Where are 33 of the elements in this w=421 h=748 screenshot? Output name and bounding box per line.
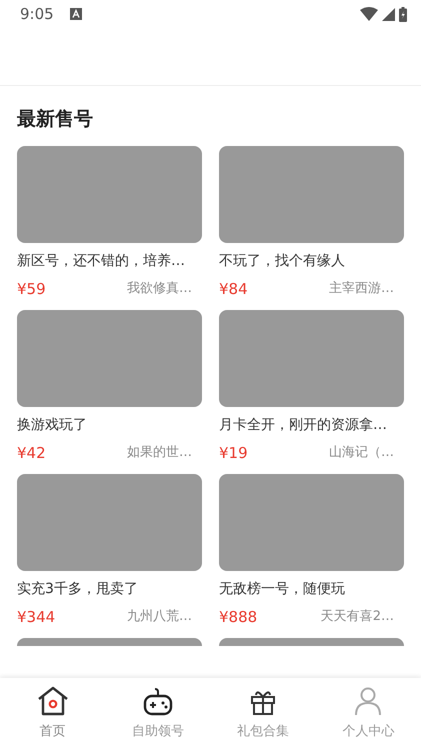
listing-title: 不玩了，找个有缘人 <box>219 252 346 270</box>
game-name: 山海记（… <box>329 444 394 462</box>
listing-title: 换游戏玩了 <box>17 416 88 434</box>
section-title: 最新售号 <box>17 107 94 132</box>
signal-icon <box>382 8 395 20</box>
price: ¥59 <box>17 278 46 298</box>
status-time: 9:05 <box>20 4 54 25</box>
tab[interactable]: 自助领号 <box>105 678 210 748</box>
tab[interactable]: 个人中心 <box>316 678 421 748</box>
image-placeholder[interactable] <box>219 638 404 646</box>
listing-title: 新区号，还不错的，培养… <box>17 252 186 270</box>
game-name: 我欲修真… <box>127 280 192 298</box>
game-name: 天天有喜2… <box>320 608 394 626</box>
tab[interactable]: 首页 <box>0 678 106 748</box>
game-name: 如果的世… <box>127 444 192 462</box>
price: ¥344 <box>17 606 56 626</box>
listing-title: 无敌榜一号，随便玩 <box>219 580 346 598</box>
tab[interactable]: 礼包合集 <box>210 678 316 748</box>
game-name: 主宰西游… <box>329 280 394 298</box>
game-name: 九州八荒… <box>127 608 192 626</box>
price: ¥888 <box>219 606 258 626</box>
gamepad-icon <box>142 686 173 716</box>
home-icon <box>36 686 69 716</box>
wifi-icon <box>360 7 378 21</box>
listing-title: 实充3千多，甩卖了 <box>17 580 139 598</box>
image-placeholder[interactable] <box>17 638 202 646</box>
person-icon <box>353 686 384 716</box>
battery-icon <box>399 6 407 22</box>
price: ¥19 <box>219 442 248 462</box>
price: ¥42 <box>17 442 46 462</box>
price: ¥84 <box>219 278 248 298</box>
notification-icon <box>70 8 82 20</box>
listing-title: 月卡全开，刚开的资源拿… <box>219 416 388 434</box>
